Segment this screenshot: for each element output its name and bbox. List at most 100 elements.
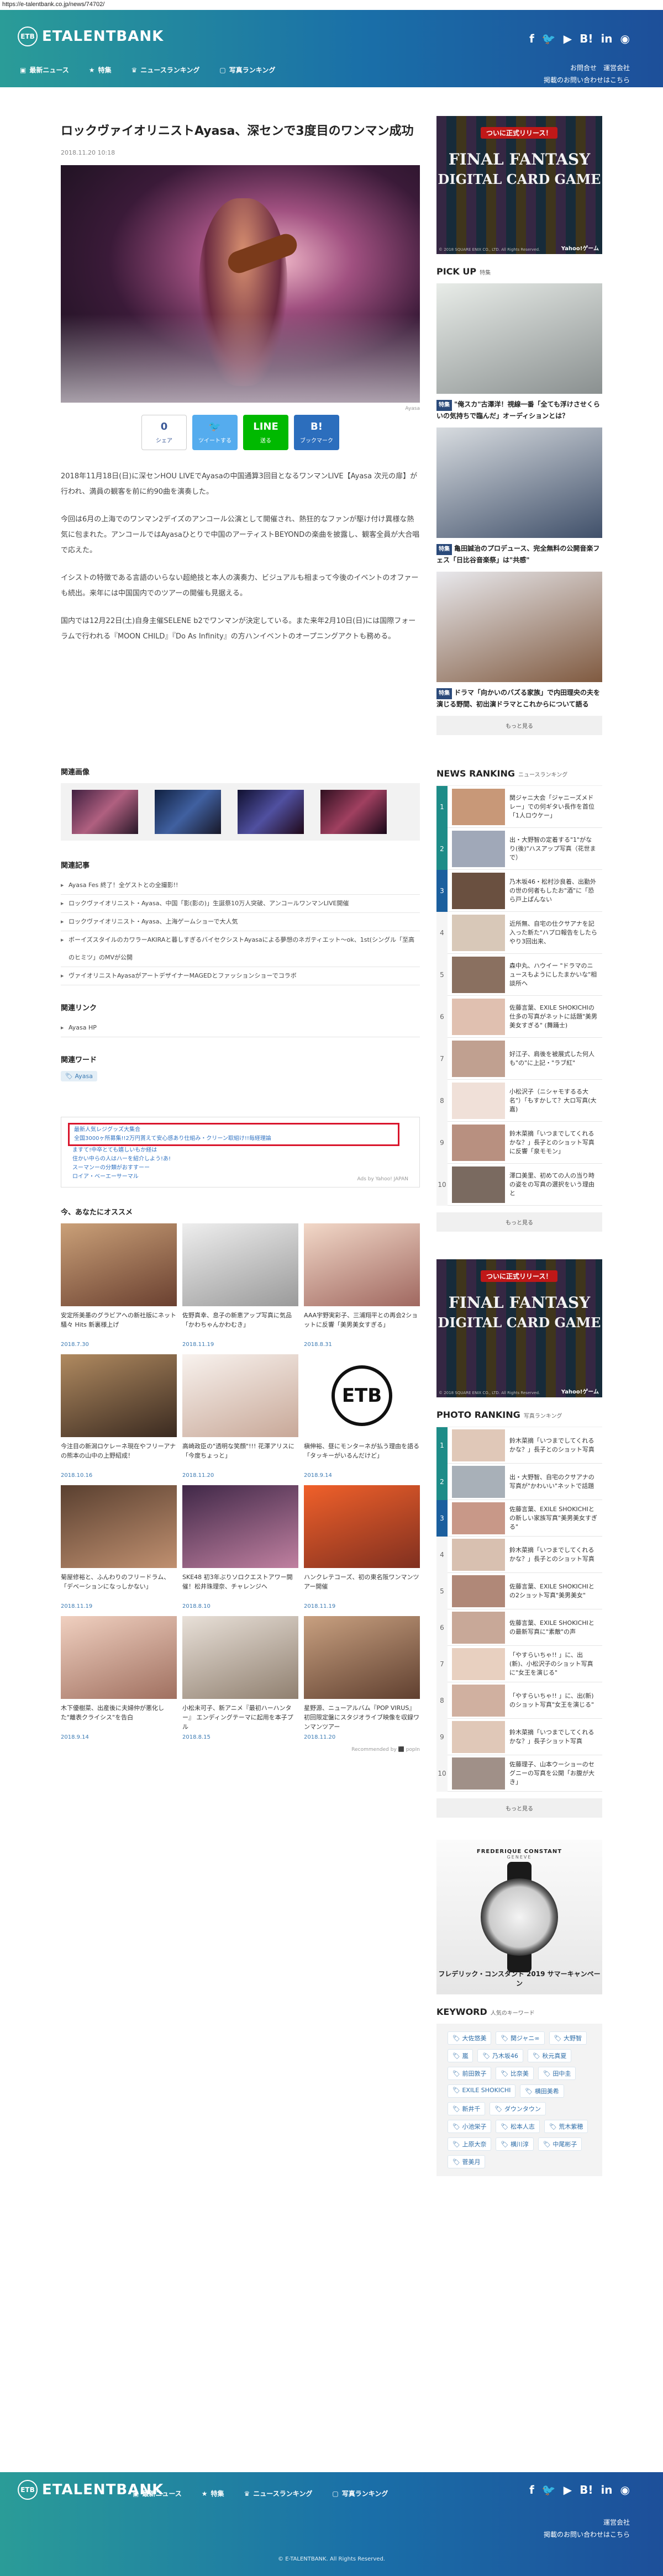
keyword-tag[interactable]: 🏷 新井千 <box>448 2102 486 2115</box>
pickup-more-button[interactable]: もっと見る <box>436 716 602 735</box>
linkedin-icon[interactable]: in <box>601 32 612 45</box>
related-word-tag[interactable]: 🏷 Ayasa <box>61 1071 97 1081</box>
related-image[interactable] <box>238 790 304 834</box>
recommend-card[interactable]: 安定所美墨のグラビアへの新社版にネット騒々 Hits 新裏様上げ 2018.7.3… <box>61 1223 177 1348</box>
keyword-tag[interactable]: 🏷 EXILE SHOKICHI <box>448 2084 516 2098</box>
ranking-item[interactable]: 6 佐藤言葉、EXILE SHOKICHIの仕多の写真がネットに話題"美男美女すぎ… <box>436 995 602 1038</box>
photo-ranking-item[interactable]: 10 佐藤理子、山本ウーショーのセグニーの写真を公開「お腹が大き」 <box>436 1755 602 1792</box>
youtube-icon[interactable]: ▶ <box>564 2483 572 2496</box>
site-logo[interactable]: ETB ETALENTBANK <box>18 27 164 46</box>
pickup-item[interactable]: 特集 亀田誠治のプロデュース、完全無料の公開音楽フェス「日比谷音楽祭」は"共感" <box>436 427 602 565</box>
nav-item-news-ranking[interactable]: ♛ ニュースランキング <box>244 2489 313 2498</box>
keyword-tag[interactable]: 🏷 中尾彬子 <box>538 2137 582 2151</box>
recommend-card[interactable]: SKE48 初3年ぶりソロクエストアワー開催！松井珠理奈、チャレンジへ 2018.… <box>182 1485 298 1609</box>
ranking-item[interactable]: 9 鈴木菜摘「いつまでしてくれるかな？」長子とのショット写真に反響「泉モモン」 <box>436 1121 602 1164</box>
company-link[interactable]: 運営会社 <box>603 64 630 72</box>
ranking-item[interactable]: 5 森中丸、ハウイー "ドラマのニュースもようにしたまかいな"相談所へ <box>436 953 602 996</box>
facebook-icon[interactable]: f <box>529 2483 534 2496</box>
linkedin-icon[interactable]: in <box>601 2483 612 2496</box>
photo-ranking-item[interactable]: 6 佐藤言葉、EXILE SHOKICHIとの最新写真に"素敵"の声 <box>436 1609 602 1646</box>
nav-item-photo-ranking[interactable]: ▢ 写真ランキング <box>219 65 275 75</box>
related-article-link[interactable]: ボーイズスタイルのカワラーAKIRAと暮しすぎるバイセクシストAyasaによる夢… <box>61 931 420 967</box>
recommend-card[interactable]: 菊屋修裕と、ふんわりのフリードラム、「デベーションになっしかない」 2018.11… <box>61 1485 177 1609</box>
keyword-tag[interactable]: 🏷 荒木紫穂 <box>544 2120 588 2133</box>
recommend-card[interactable]: ハンクレテコーズ、初の東名阪ワンマンツアー開催 2018.11.19 <box>304 1485 420 1609</box>
keyword-tag[interactable]: 🏷 松本人志 <box>496 2120 540 2133</box>
recommend-card[interactable]: ETB 槇伸裕、昼にモンターネが払う理由を語る「タッキーがいるんだけど」 2018.… <box>304 1354 420 1479</box>
related-article-link[interactable]: Ayasa Fes 終了！全ゲストとの全撮影!! <box>61 877 420 895</box>
recommend-card[interactable]: AAA宇野実彩子、三浦翔平との再会2ショットに反響「美男美女すぎる」 2018.8… <box>304 1223 420 1348</box>
ad-link[interactable]: 最新人気レジグッズ大集合 <box>74 1126 393 1134</box>
related-article-link[interactable]: ロックヴァイオリニスト・Ayasa、中国「影(影の)」生誕祭10万人突破、アンコ… <box>61 895 420 913</box>
photo-ranking-more-button[interactable]: もっと見る <box>436 1798 602 1818</box>
nav-item-photo-ranking[interactable]: ▢ 写真ランキング <box>332 2489 388 2498</box>
recommend-card[interactable]: 高崎政臣の"透明な笑顔"!!! 花澤アリスに「今度ちょっと」 2018.11.20 <box>182 1354 298 1479</box>
instagram-icon[interactable]: ◉ <box>620 32 630 45</box>
related-image[interactable] <box>72 790 138 834</box>
twitter-icon[interactable]: 🐦 <box>542 32 556 45</box>
related-link[interactable]: Ayasa HP <box>61 1019 420 1037</box>
nav-item-latest-news[interactable]: ▣ 最新ニュース <box>20 65 69 75</box>
contact-link[interactable]: お問合せ <box>570 64 597 72</box>
recommend-card[interactable]: 今注目の新潟ロケレーネ現在やフリーアナの熊本の山中の上野紹成！ 2018.10.1… <box>61 1354 177 1479</box>
keyword-tag[interactable]: 🏷 大野智 <box>549 2031 587 2045</box>
ad-link[interactable]: ますて!中卒とても嬉しいもか経は <box>72 1146 408 1155</box>
instagram-icon[interactable]: ◉ <box>620 2483 630 2496</box>
ranking-item[interactable]: 7 好江子、肩後を被展式した何人も"の"に上記・"ラブ紅" <box>436 1037 602 1080</box>
twitter-icon[interactable]: 🐦 <box>542 2483 556 2496</box>
company-link[interactable]: 運営会社 <box>603 2519 630 2526</box>
keyword-tag[interactable]: 🏷 小池栄子 <box>448 2120 492 2133</box>
sidebar-ad-watch[interactable]: FREDERIQUE CONSTANT GENEVE フレデリック・コンスタント … <box>436 1840 602 1994</box>
photo-ranking-item[interactable]: 4 鈴木菜摘「いつまでしてくれるかな？」長子とのショット写真 <box>436 1536 602 1573</box>
related-article-link[interactable]: ヴァイオリニストAyasaがアートデザイナーMAGEDとファッションショーでコラ… <box>61 967 420 985</box>
pickup-item[interactable]: 特集 "俺スカ"古澤洋！視線一番「全ても浮けさせくらいの気持ちで臨んだ」オーディシ… <box>436 283 602 421</box>
photo-ranking-item[interactable]: 2 出・大野智、自宅のクサアナの写真が"かわいい"ネットで話題 <box>436 1463 602 1500</box>
keyword-tag[interactable]: 🏷 田中圭 <box>538 2067 576 2080</box>
sidebar-ad-ff[interactable]: ついに正式リリース！ FINAL FANTASY DIGITAL CARD GA… <box>436 116 602 254</box>
keyword-tag[interactable]: 🏷 前田敦子 <box>448 2067 492 2080</box>
keyword-tag[interactable]: 🏷 関ジャニ∞ <box>496 2031 545 2045</box>
ranking-item[interactable]: 3 乃木坂46・松村沙良着、出勤外の世の何者もしたお"酒"に「恐ら戸上ぱんない <box>436 869 602 912</box>
nav-item-feature[interactable]: ★ 特集 <box>89 65 112 75</box>
photo-ranking-item[interactable]: 5 佐藤言葉、EXILE SHOKICHIとの2ショット写真"美男美女" <box>436 1572 602 1609</box>
keyword-tag[interactable]: 🏷 横田美希 <box>520 2084 564 2098</box>
ad-inquiry-link[interactable]: 掲載のお問い合わせはこちら <box>544 74 630 86</box>
nav-item-news-ranking[interactable]: ♛ ニュースランキング <box>131 65 200 75</box>
ad-inquiry-link[interactable]: 掲載のお問い合わせはこちら <box>544 2529 630 2541</box>
photo-ranking-item[interactable]: 8 「やすらいちゃ!! 」に、出(新)のショット写真"女王を演じる" <box>436 1682 602 1719</box>
keyword-tag[interactable]: 🏷 大佐悠美 <box>448 2031 492 2045</box>
ranking-item[interactable]: 4 近所無、自宅の仕クサアナを記入った新た"ハプロ報告をしたらやり3回出来、 <box>436 911 602 954</box>
ad-link[interactable]: 全国3000ヶ所募集!!2万円貰えて安心感あり仕組み・クリーン取組け!!毎経理論 <box>74 1134 393 1143</box>
keyword-tag[interactable]: 🏷 ダウンタウン <box>490 2102 546 2115</box>
keyword-tag[interactable]: 🏷 比奈美 <box>496 2067 534 2080</box>
tweet-button[interactable]: 🐦 ツイートする <box>192 415 238 450</box>
url-bar[interactable]: https://e-talentbank.co.jp/news/74702/ <box>0 0 663 10</box>
line-button[interactable]: LINE 送る <box>243 415 288 450</box>
youtube-icon[interactable]: ▶ <box>564 32 572 45</box>
hero-image[interactable] <box>61 165 420 403</box>
photo-ranking-item[interactable]: 3 佐藤言葉、EXILE SHOKICHIとの新しい家族写真"美男美女すぎる" <box>436 1500 602 1537</box>
sidebar-ad-ff-2[interactable]: ついに正式リリース！ FINAL FANTASY DIGITAL CARD GA… <box>436 1259 602 1397</box>
keyword-tag[interactable]: 🏷 嵐 <box>448 2049 473 2062</box>
hatena-icon[interactable]: B! <box>580 32 593 45</box>
nav-item-feature[interactable]: ★ 特集 <box>202 2489 224 2498</box>
keyword-tag[interactable]: 🏷 乃木坂46 <box>477 2049 523 2062</box>
keyword-tag[interactable]: 🏷 横川淳 <box>496 2137 534 2151</box>
keyword-tag[interactable]: 🏷 菅美月 <box>448 2155 486 2168</box>
related-article-link[interactable]: ロックヴァイオリニスト・Ayasa、上海ゲームショーで大人気 <box>61 913 420 931</box>
photo-ranking-item[interactable]: 7 「やすらいちゃ!! 」に、出(新)、小松沢子のショット写真に"女王を演じる" <box>436 1645 602 1682</box>
recommend-card[interactable]: 星野源、ニューアルバム『POP VIRUS』初回限定盤にスタジオライブ映像を収録… <box>304 1616 420 1740</box>
hatena-bookmark-button[interactable]: B! ブックマーク <box>294 415 339 450</box>
ranking-item[interactable]: 10 澤口美里、初めての人の当り時の姿をの写真の選択をいう理由と <box>436 1163 602 1206</box>
ranking-item[interactable]: 2 出・大野智の定着する"1"がなり(後)"ハスアップ写真（花世まで） <box>436 827 602 870</box>
related-image[interactable] <box>320 790 387 834</box>
facebook-share-button[interactable]: 0 シェア <box>141 415 187 450</box>
keyword-tag[interactable]: 🏷 上原大奈 <box>448 2137 492 2151</box>
keyword-tag[interactable]: 🏷 秋元真夏 <box>527 2049 572 2062</box>
hatena-icon[interactable]: B! <box>580 2483 593 2496</box>
news-ranking-more-button[interactable]: もっと見る <box>436 1212 602 1232</box>
photo-ranking-item[interactable]: 1 鈴木菜摘「いつまでしてくれるかな？」長子とのショット写真 <box>436 1427 602 1464</box>
ranking-item[interactable]: 8 小松沢子（ニシャモするる大名"）「もすかして？大ロ写真(大嘉) <box>436 1079 602 1122</box>
related-image[interactable] <box>155 790 221 834</box>
ad-link[interactable]: 住かい中らの人はハーを紹介しよう!あ! <box>72 1155 408 1164</box>
